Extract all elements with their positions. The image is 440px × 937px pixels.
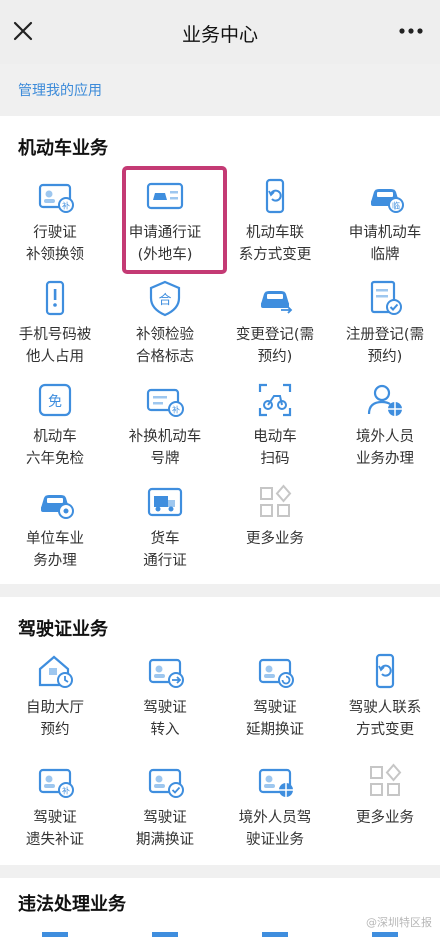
doc-check-icon bbox=[370, 280, 402, 315]
watermark: @深圳特区报 bbox=[366, 916, 432, 929]
service-item-label: 驾驶证 遗失补证 bbox=[26, 810, 84, 848]
plate-add-icon: 补 bbox=[146, 388, 184, 417]
car-change-icon bbox=[261, 291, 293, 314]
service-item-label: 申请机动车 临牌 bbox=[348, 225, 422, 263]
person-globe-icon bbox=[367, 384, 402, 416]
car-temp-plate-icon: 临 bbox=[371, 189, 404, 213]
service-item[interactable]: 补驾驶证 遗失补证 bbox=[0, 761, 110, 865]
service-item-label: 自助大厅 预约 bbox=[26, 700, 84, 738]
exempt-icon: 免 bbox=[38, 383, 72, 417]
card-add-icon: 补 bbox=[38, 183, 74, 213]
service-item[interactable]: 更多业务 bbox=[220, 482, 330, 586]
service-item-label: 驾驶证 转入 bbox=[143, 700, 187, 738]
service-item-label: 更多业务 bbox=[356, 810, 414, 826]
service-item[interactable]: 境外人员 业务办理 bbox=[330, 380, 440, 484]
more-grid-icon bbox=[260, 484, 292, 517]
service-item[interactable]: 变更登记(需 预约) bbox=[220, 278, 330, 382]
service-item[interactable]: 临申请机动车 临牌 bbox=[330, 176, 440, 280]
highlight-box bbox=[122, 166, 227, 274]
hall-clock-icon bbox=[38, 655, 73, 688]
service-item-label: 手机号码被 他人占用 bbox=[18, 327, 92, 365]
section-title: 机动车业务 bbox=[18, 138, 108, 159]
license-globe-icon bbox=[258, 768, 293, 797]
more-dots-icon[interactable] bbox=[396, 18, 426, 44]
license-expire-icon bbox=[148, 768, 184, 798]
shield-pass-icon: 合 bbox=[149, 280, 181, 317]
section-title: 违法处理业务 bbox=[18, 894, 126, 915]
service-item-label: 更多业务 bbox=[246, 531, 304, 547]
license-in-icon bbox=[148, 658, 184, 688]
phone-refresh-icon bbox=[375, 653, 395, 689]
service-item-label: 境外人员 业务办理 bbox=[356, 429, 414, 467]
service-item[interactable]: 驾驶证 转入 bbox=[110, 651, 220, 755]
more-grid-icon bbox=[370, 763, 402, 796]
svg-text:补: 补 bbox=[62, 786, 70, 796]
top-bar: 业务中心 bbox=[0, 0, 440, 64]
service-item[interactable]: 驾驶人联系 方式变更 bbox=[330, 651, 440, 755]
service-item[interactable]: 货车 通行证 bbox=[110, 482, 220, 586]
service-item[interactable]: 补补换机动车 号牌 bbox=[110, 380, 220, 484]
service-item-label: 电动车 扫码 bbox=[253, 429, 297, 467]
svg-text:合: 合 bbox=[158, 293, 171, 308]
page-title: 业务中心 bbox=[181, 24, 258, 46]
service-item-label: 机动车联 系方式变更 bbox=[238, 225, 312, 263]
manage-apps-bar: 管理我的应用 bbox=[0, 64, 440, 116]
service-item[interactable]: 自助大厅 预约 bbox=[0, 651, 110, 755]
service-item[interactable]: 补行驶证 补领换领 bbox=[0, 176, 110, 280]
service-item[interactable]: 更多业务 bbox=[330, 761, 440, 865]
phone-refresh-icon bbox=[265, 178, 285, 214]
service-item-label: 变更登记(需 预约) bbox=[235, 327, 315, 365]
service-item[interactable]: 驾驶证 延期换证 bbox=[220, 651, 330, 755]
service-item[interactable]: 手机号码被 他人占用 bbox=[0, 278, 110, 382]
license-add-icon: 补 bbox=[38, 768, 74, 798]
scan-ebike-icon bbox=[258, 383, 292, 417]
car-org-icon bbox=[41, 495, 74, 519]
license-renew-icon bbox=[258, 658, 294, 688]
service-item[interactable]: 单位车业 务办理 bbox=[0, 482, 110, 586]
service-item[interactable]: 合补领检验 合格标志 bbox=[110, 278, 220, 382]
svg-text:临: 临 bbox=[392, 201, 400, 211]
service-item-label: 驾驶证 延期换证 bbox=[246, 700, 304, 738]
service-item[interactable]: 驾驶证 期满换证 bbox=[110, 761, 220, 865]
manage-apps-link[interactable]: 管理我的应用 bbox=[18, 80, 102, 100]
service-item-label: 货车 通行证 bbox=[143, 531, 187, 569]
truck-pass-icon bbox=[147, 487, 183, 517]
service-item-label: 单位车业 务办理 bbox=[26, 531, 84, 569]
service-item[interactable]: 境外人员驾 驶证业务 bbox=[220, 761, 330, 865]
section-license: 驾驶证业务 自助大厅 预约 驾驶证 转入 驾驶证 延期换证 驾驶人联系 方式变更补驾驶… bbox=[0, 597, 440, 865]
service-item[interactable]: 免机动车 六年免检 bbox=[0, 380, 110, 484]
service-item[interactable]: 电动车 扫码 bbox=[220, 380, 330, 484]
service-item-label: 境外人员驾 驶证业务 bbox=[238, 810, 312, 848]
service-item-label: 注册登记(需 预约) bbox=[345, 327, 425, 365]
phone-alert-icon bbox=[45, 280, 65, 316]
service-item-label: 行驶证 补领换领 bbox=[26, 225, 84, 263]
service-item[interactable]: 机动车联 系方式变更 bbox=[220, 176, 330, 280]
service-item-label: 机动车 六年免检 bbox=[26, 429, 84, 467]
svg-text:补: 补 bbox=[172, 405, 180, 415]
section-title: 驾驶证业务 bbox=[18, 619, 108, 640]
service-item-label: 补换机动车 号牌 bbox=[128, 429, 202, 467]
service-item-label: 驾驶证 期满换证 bbox=[136, 810, 194, 848]
svg-text:免: 免 bbox=[48, 394, 62, 410]
service-item[interactable]: 注册登记(需 预约) bbox=[330, 278, 440, 382]
svg-text:补: 补 bbox=[62, 201, 70, 211]
service-item-label: 驾驶人联系 方式变更 bbox=[348, 700, 422, 738]
service-item-label: 补领检验 合格标志 bbox=[136, 327, 194, 365]
